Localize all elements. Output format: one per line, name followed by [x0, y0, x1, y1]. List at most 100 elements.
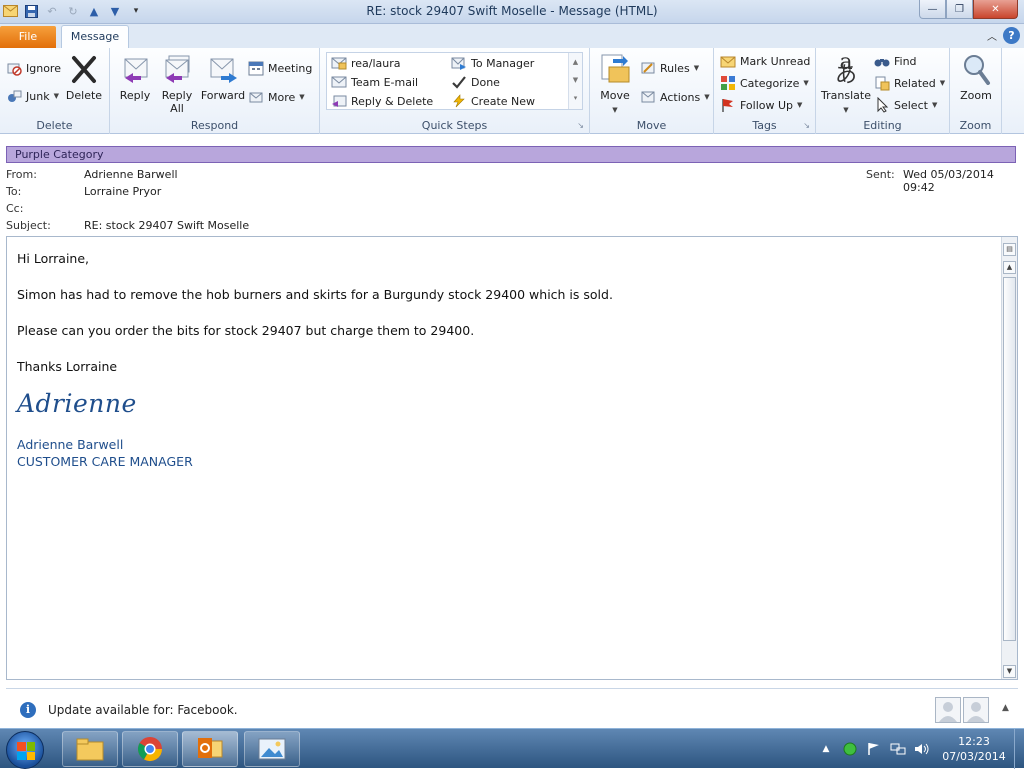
- categorize-button[interactable]: Categorize ▼: [720, 73, 809, 93]
- related-button[interactable]: Related ▼: [874, 73, 945, 93]
- minimize-ribbon-icon[interactable]: ︿: [987, 28, 997, 43]
- scroll-thumb[interactable]: [1003, 277, 1016, 641]
- taskbar-explorer[interactable]: [62, 731, 118, 767]
- start-button[interactable]: [6, 731, 44, 769]
- tab-file[interactable]: File: [0, 26, 56, 48]
- zoom-button[interactable]: Zoom: [956, 52, 996, 102]
- categorize-icon: [720, 75, 736, 91]
- body-paragraph-1: Simon has had to remove the hob burners …: [17, 287, 613, 302]
- help-icon[interactable]: ?: [1003, 27, 1020, 44]
- show-hidden-icons-icon[interactable]: ▲: [817, 740, 835, 758]
- dialog-launcher-icon[interactable]: ↘: [577, 121, 584, 130]
- related-icon: [874, 75, 890, 91]
- tab-message[interactable]: Message: [61, 25, 129, 48]
- ignore-button[interactable]: Ignore: [6, 58, 61, 78]
- group-label-delete: Delete: [36, 119, 73, 132]
- show-desktop-button[interactable]: [1014, 729, 1024, 769]
- zoom-group: Zoom Zoom: [950, 48, 1002, 134]
- recipient-avatar[interactable]: [963, 697, 989, 723]
- forward-icon: [206, 52, 240, 86]
- translate-button[interactable]: aあ Translate ▼: [820, 52, 872, 117]
- taskbar-chrome[interactable]: [122, 731, 178, 767]
- subject-value: RE: stock 29407 Swift Moselle: [84, 219, 250, 232]
- quick-steps-expand-icon[interactable]: ▾: [569, 89, 582, 107]
- body-paragraph-2: Please can you order the bits for stock …: [17, 323, 475, 338]
- reply-button[interactable]: Reply: [116, 52, 154, 102]
- reply-delete-icon: [331, 93, 347, 109]
- scroll-up-button[interactable]: ▲: [1003, 261, 1016, 274]
- follow-up-button[interactable]: Follow Up ▼: [720, 95, 802, 115]
- vertical-scrollbar[interactable]: ▤ ▲ ▼: [1001, 237, 1017, 679]
- move-group: Move ▼ Rules ▼ Actions ▼ Move: [590, 48, 714, 134]
- reply-all-icon: [160, 52, 194, 86]
- sender-avatar[interactable]: [935, 697, 961, 723]
- rules-button[interactable]: Rules ▼: [640, 58, 699, 78]
- clock-date: 07/03/2014: [942, 750, 1006, 763]
- signature-name: Adrienne Barwell: [17, 437, 124, 452]
- select-button[interactable]: Select ▼: [874, 95, 937, 115]
- ribbon-tab-row: File Message ︿ ?: [0, 24, 1024, 48]
- ribbon: Ignore Junk ▼ Delete Delete Reply Reply A…: [0, 48, 1024, 134]
- quick-step-rea-laura[interactable]: rea/laura: [331, 53, 401, 73]
- delete-button[interactable]: Delete: [64, 52, 104, 102]
- binoculars-icon: [874, 53, 890, 69]
- more-respond-button[interactable]: More ▼: [248, 87, 305, 107]
- window-title: RE: stock 29407 Swift Moselle - Message …: [366, 4, 658, 18]
- subject-label: Subject:: [6, 219, 51, 232]
- translate-icon: aあ: [834, 50, 857, 88]
- move-button[interactable]: Move ▼: [596, 52, 634, 117]
- action-center-flag-icon[interactable]: [865, 740, 883, 758]
- split-view-icon[interactable]: ▤: [1003, 243, 1016, 256]
- mark-unread-button[interactable]: Mark Unread: [720, 51, 810, 71]
- to-value[interactable]: Lorraine Pryor: [84, 185, 161, 198]
- scroll-down-button[interactable]: ▼: [1003, 665, 1016, 678]
- signature-title: CUSTOMER CARE MANAGER: [17, 454, 193, 469]
- calendar-icon: [248, 60, 264, 76]
- quick-step-done[interactable]: Done: [451, 72, 500, 92]
- maximize-button[interactable]: ❐: [946, 0, 973, 19]
- quick-step-team-email[interactable]: Team E-mail: [331, 72, 418, 92]
- checkmark-icon: [451, 74, 467, 90]
- group-label-quick-steps: Quick Steps: [421, 119, 488, 132]
- rules-icon: [640, 60, 656, 76]
- minimize-button[interactable]: —: [919, 0, 946, 19]
- expand-people-pane-icon[interactable]: ▲: [1002, 703, 1009, 713]
- group-label-respond: Respond: [190, 119, 239, 132]
- mark-unread-icon: [720, 53, 736, 69]
- respond-group: Reply Reply All Forward Meeting More ▼ Re…: [110, 48, 320, 134]
- volume-icon[interactable]: [913, 740, 931, 758]
- taskbar-outlook[interactable]: [182, 731, 238, 767]
- group-label-tags: Tags: [752, 119, 777, 132]
- quick-steps-gallery: rea/laura To Manager Team E-mail Done Re…: [326, 52, 583, 110]
- close-button[interactable]: ✕: [973, 0, 1018, 19]
- quick-steps-scroll[interactable]: ▲ ▼ ▾: [568, 53, 582, 109]
- actions-icon: [640, 89, 656, 105]
- chrome-icon: [137, 737, 162, 762]
- tags-group: Mark Unread Categorize ▼ Follow Up ▼ Tags …: [714, 48, 816, 134]
- find-button[interactable]: Find: [874, 51, 917, 71]
- meeting-button[interactable]: Meeting: [248, 58, 312, 78]
- taskbar: ▲ 12:23 07/03/2014: [0, 728, 1024, 769]
- quick-step-to-manager[interactable]: To Manager: [451, 53, 534, 73]
- actions-button[interactable]: Actions ▼: [640, 87, 710, 107]
- delete-group: Ignore Junk ▼ Delete Delete: [0, 48, 110, 134]
- network-icon[interactable]: [889, 740, 907, 758]
- quick-step-reply-delete[interactable]: Reply & Delete: [331, 91, 433, 111]
- quick-step-create-new[interactable]: Create New: [451, 91, 535, 111]
- reply-all-button[interactable]: Reply All: [158, 52, 196, 115]
- info-icon: i: [20, 702, 36, 718]
- status-green-icon[interactable]: [841, 740, 859, 758]
- junk-button[interactable]: Junk ▼: [6, 86, 59, 106]
- forward-button[interactable]: Forward: [200, 52, 246, 102]
- update-notice[interactable]: Update available for: Facebook.: [48, 703, 238, 717]
- message-body-pane[interactable]: Hi Lorraine, Simon has had to remove the…: [6, 236, 1018, 680]
- cursor-icon: [874, 97, 890, 113]
- quick-steps-up-icon[interactable]: ▲: [569, 53, 582, 71]
- tags-dialog-launcher-icon[interactable]: ↘: [803, 121, 810, 130]
- windows-logo-icon: [17, 742, 35, 760]
- quick-steps-down-icon[interactable]: ▼: [569, 71, 582, 89]
- junk-icon: [6, 88, 22, 104]
- from-value[interactable]: Adrienne Barwell: [84, 168, 178, 181]
- taskbar-photo-viewer[interactable]: [244, 731, 300, 767]
- clock[interactable]: 12:23 07/03/2014: [934, 734, 1014, 764]
